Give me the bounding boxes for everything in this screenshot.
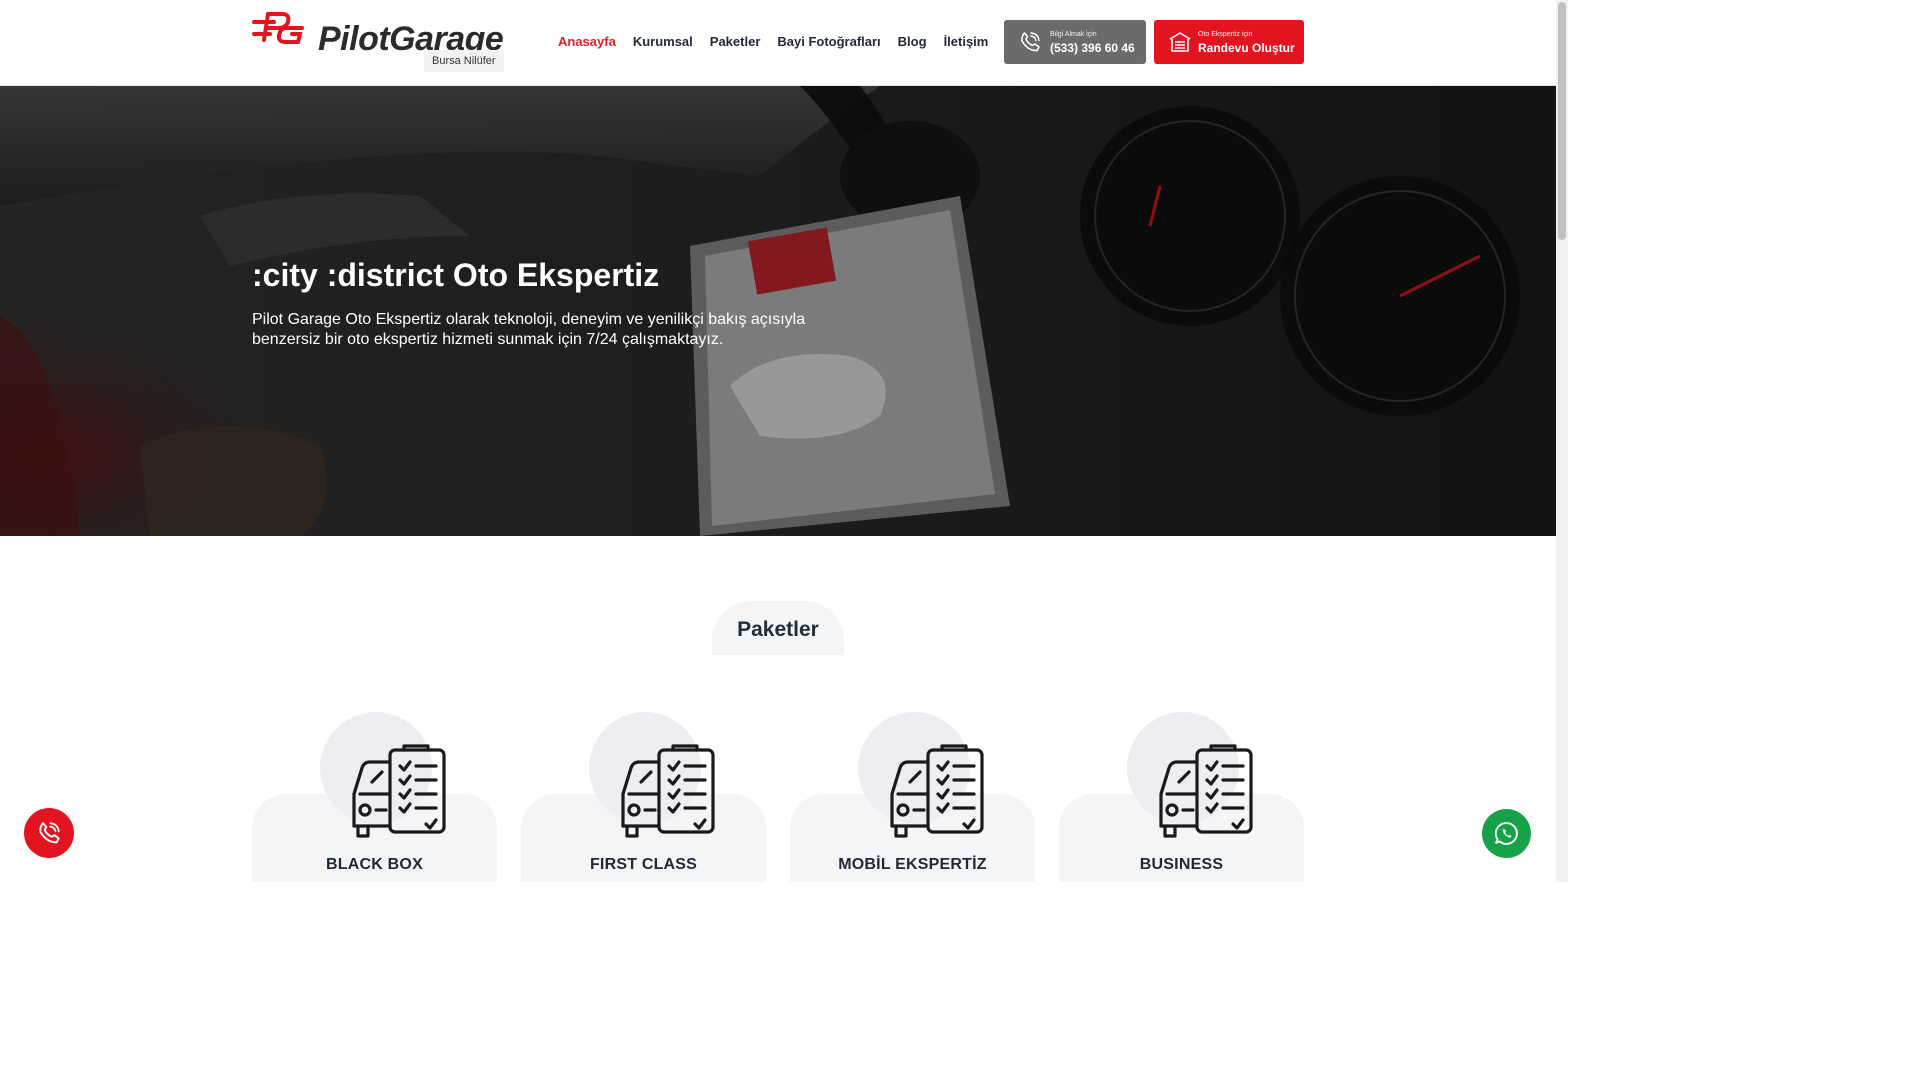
whatsapp-icon xyxy=(1494,822,1518,845)
appointment-button-caption: Oto Ekspertiz için xyxy=(1198,31,1253,38)
call-button-caption: Bilgi Almak için xyxy=(1050,31,1097,38)
nav-item-paketler[interactable]: Paketler xyxy=(710,34,761,50)
call-button-phone: (533) 396 60 46 xyxy=(1050,41,1135,55)
package-title-business: BUSINESS xyxy=(1139,856,1224,873)
main-nav: Anasayfa Kurumsal Paketler Bayi Fotoğraf… xyxy=(558,34,1005,50)
appointment-button-label: Randevu Oluştur xyxy=(1198,41,1295,55)
car-checklist-icon xyxy=(1159,744,1253,838)
car-checklist-icon xyxy=(621,744,715,838)
page-scrollbar[interactable] xyxy=(1556,0,1568,882)
nav-item-blog[interactable]: Blog xyxy=(898,34,927,50)
hero-banner: :city :district Oto Ekspertiz Pilot Gara… xyxy=(0,86,1556,536)
page: PilotGarage Bursa Nilüfer Anasayfa Kurum… xyxy=(0,0,1568,882)
car-checklist-icon xyxy=(352,744,446,838)
nav-item-iletisim[interactable]: İletişim xyxy=(944,34,989,50)
packages-heading: Paketler xyxy=(737,618,819,641)
nav-item-kurumsal[interactable]: Kurumsal xyxy=(633,34,693,50)
call-info-button[interactable]: Bilgi Almak için (533) 396 60 46 xyxy=(1004,20,1146,64)
hero-title: :city :district Oto Ekspertiz xyxy=(252,257,660,293)
phone-icon xyxy=(39,822,60,844)
appointment-button[interactable]: Oto Ekspertiz için Randevu Oluştur xyxy=(1154,20,1304,64)
site-header: PilotGarage Bursa Nilüfer Anasayfa Kurum… xyxy=(0,0,1556,86)
packages-heading-wrap: Paketler xyxy=(712,601,844,655)
hero-description: Pilot Garage Oto Ekspertiz olarak teknol… xyxy=(252,311,806,348)
floating-call-button[interactable] xyxy=(24,808,74,858)
nav-item-bayi-fotograflari[interactable]: Bayi Fotoğrafları xyxy=(777,34,880,50)
logo-mark-icon xyxy=(252,12,304,44)
garage-icon xyxy=(1169,32,1191,52)
nav-item-anasayfa[interactable]: Anasayfa xyxy=(558,34,616,50)
package-title-first-class: FIRST CLASS xyxy=(589,856,698,873)
phone-icon xyxy=(1021,32,1040,52)
floating-whatsapp-button[interactable] xyxy=(1482,809,1531,858)
package-title-black-box: BLACK BOX xyxy=(326,856,423,873)
branch-badge: Bursa Nilüfer xyxy=(424,50,504,72)
scrollbar-thumb[interactable] xyxy=(1558,2,1566,240)
package-title-mobil-ekspertiz: MOBİL EKSPERTİZ xyxy=(838,856,987,873)
car-checklist-icon xyxy=(890,744,984,838)
